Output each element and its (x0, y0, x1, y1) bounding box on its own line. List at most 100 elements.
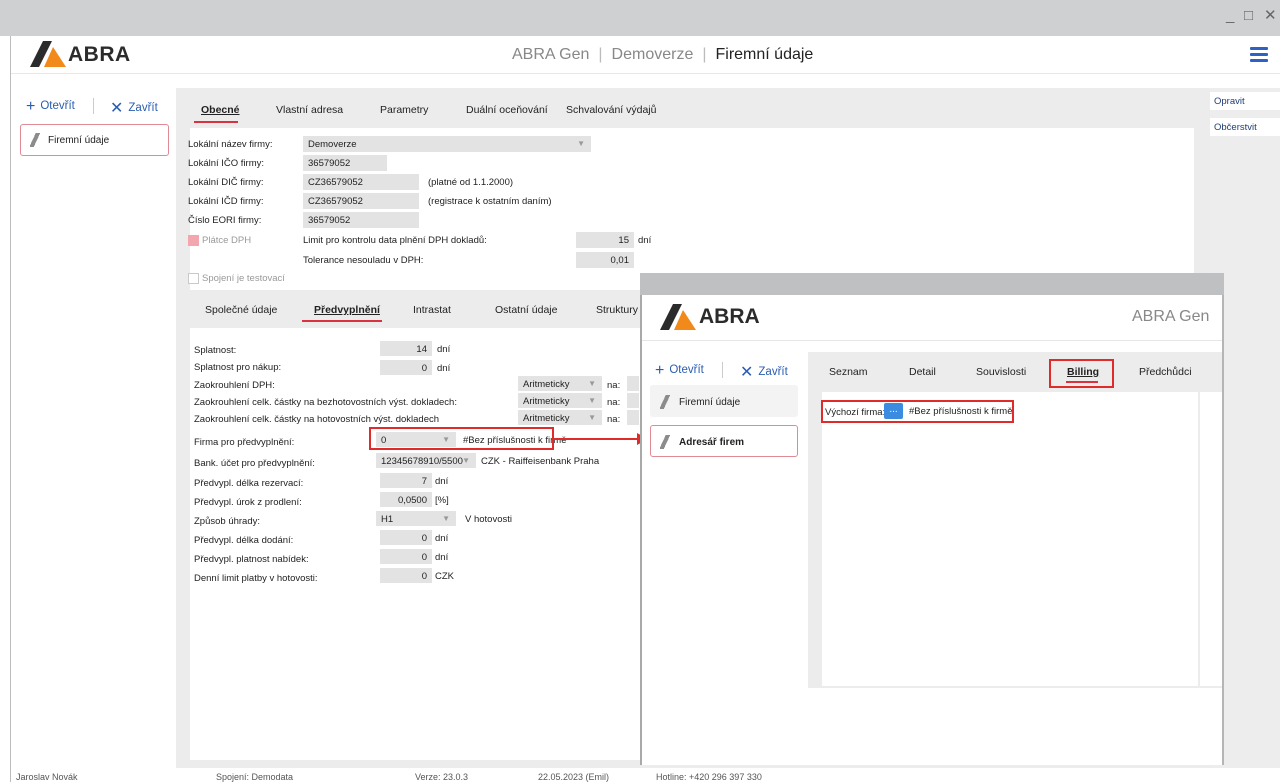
vat-payer-label: Plátce DPH (202, 235, 252, 246)
refresh-button[interactable]: Občerstvit (1210, 118, 1280, 136)
overlay-form-gutter (808, 392, 822, 688)
overlay-abra-logo-mark-icon (660, 304, 696, 330)
x-icon: ✕ (110, 100, 124, 117)
status-hotline: Hotline: +420 296 397 330 (656, 772, 762, 782)
rounding-cash-select[interactable]: Aritmeticky ▼ (518, 410, 602, 425)
divider (93, 98, 94, 114)
hamburger-menu-icon[interactable] (1250, 47, 1268, 63)
reservation-unit: dní (435, 476, 449, 487)
rounding-vat-precision-field[interactable] (627, 376, 639, 391)
window-left-border (10, 36, 11, 782)
vat-payer-checkbox[interactable] (188, 235, 199, 246)
local-name-value: Demoverze (308, 139, 357, 150)
tab-souvislosti[interactable]: Souvislosti (976, 366, 1026, 378)
vat-tolerance-label: Tolerance nesouladu v DPH: (303, 255, 424, 266)
tab-parametry[interactable]: Parametry (380, 104, 428, 116)
tab-ostatni-udaje[interactable]: Ostatní údaje (495, 304, 557, 316)
rounding-cash-value: Aritmeticky (523, 413, 570, 424)
overlay-open-label: Otevřít (669, 364, 704, 376)
overlay-app-title: ABRA Gen (1132, 308, 1210, 325)
reservation-label: Předvypl. délka rezervací: (194, 478, 304, 489)
local-dic-field[interactable]: CZ36579052 (303, 174, 419, 190)
close-window-icon[interactable]: ✕ (1264, 8, 1277, 24)
open-button-label: Otevřít (40, 100, 75, 112)
local-name-select[interactable]: Demoverze ▼ (303, 136, 591, 152)
splatnost-nakup-field[interactable]: 0 (380, 360, 432, 375)
tab-vlastni-adresa[interactable]: Vlastní adresa (276, 104, 343, 116)
delivery-label: Předvypl. délka dodání: (194, 535, 294, 546)
maximize-icon[interactable]: □ (1244, 8, 1253, 24)
interest-label: Předvypl. úrok z prodlení: (194, 497, 302, 508)
tab-dualni-oceneni[interactable]: Duální oceňování (466, 104, 548, 116)
rounding-noncash-label: Zaokrouhlení celk. částky na bezhotovost… (194, 397, 457, 408)
label-local-name: Lokální název firmy: (188, 139, 273, 150)
vat-date-limit-unit: dní (638, 235, 652, 246)
overlay-header-divider (642, 340, 1222, 341)
delivery-field[interactable]: 0 (380, 530, 432, 545)
status-user: Jaroslav Novák (16, 772, 78, 782)
offer-validity-field[interactable]: 0 (380, 549, 432, 564)
tab-seznam[interactable]: Seznam (829, 366, 868, 378)
tab-predvyplneni[interactable]: Předvyplnění (314, 304, 380, 316)
local-ico-field[interactable]: 36579052 (303, 155, 387, 171)
splatnost-nakup-unit: dní (437, 363, 451, 374)
test-connection-checkbox[interactable] (188, 273, 199, 284)
vat-tolerance-field[interactable]: 0,01 (576, 252, 634, 268)
splatnost-nakup-label: Splatnost pro nákup: (194, 362, 282, 373)
rounding-vat-label: Zaokrouhlení DPH: (194, 380, 275, 391)
app-name: ABRA Gen (512, 46, 590, 63)
close-agenda-button[interactable]: ✕ Zavřít (110, 98, 158, 118)
delivery-unit: dní (435, 533, 449, 544)
rounding-cash-na: na: (607, 414, 621, 425)
vat-date-limit-field[interactable]: 15 (576, 232, 634, 248)
rounding-vat-select[interactable]: Aritmeticky ▼ (518, 376, 602, 391)
overlay-sidebar-item-firemni-udaje[interactable]: Firemní údaje (650, 385, 798, 417)
splatnost-unit: dní (437, 344, 451, 355)
tab-obecne[interactable]: Obecné (201, 104, 240, 116)
rounding-vat-value: Aritmeticky (523, 379, 570, 390)
overlay-close-button[interactable]: ✕ Zavřít (740, 362, 788, 382)
annotation-arrow-line (554, 438, 638, 440)
splatnost-field[interactable]: 14 (380, 341, 432, 356)
agenda-icon (660, 435, 670, 449)
eori-field[interactable]: 36579052 (303, 212, 419, 228)
tab-struktury[interactable]: Struktury (596, 304, 638, 316)
status-version: Verze: 23.0.3 (415, 772, 469, 782)
overlay-close-label: Zavřít (758, 366, 788, 378)
offer-validity-label: Předvypl. platnost nabídek: (194, 554, 309, 565)
edit-button[interactable]: Opravit (1210, 92, 1280, 110)
agenda-icon (660, 395, 670, 409)
chevron-down-icon: ▼ (588, 379, 596, 388)
label-eori: Číslo EORI firmy: (188, 215, 262, 226)
rounding-cash-label: Zaokrouhlení celk. částky na hotovostníc… (194, 414, 440, 425)
overlay-open-button[interactable]: + Otevřít (655, 362, 704, 380)
interest-field[interactable]: 0,0500 (380, 492, 432, 507)
tab-predchudci[interactable]: Předchůdci (1139, 366, 1192, 378)
agenda-name: Firemní údaje (715, 46, 814, 63)
chevron-down-icon: ▼ (588, 396, 596, 405)
tab-detail[interactable]: Detail (909, 366, 936, 378)
payment-desc: V hotovosti (465, 514, 512, 525)
status-connection: Spojení: Demodata (216, 772, 294, 782)
tab-schvalovani-vydaju[interactable]: Schvalování výdajů (566, 104, 656, 116)
active-tab-underline (194, 121, 238, 123)
overlay-sidebar-item-adresar-firem[interactable]: Adresář firem (650, 425, 798, 457)
rounding-noncash-precision-field[interactable] (627, 393, 639, 408)
open-button[interactable]: + Otevřít (26, 98, 75, 116)
rounding-cash-precision-field[interactable] (627, 410, 639, 425)
local-icd-field[interactable]: CZ36579052 (303, 193, 419, 209)
chevron-down-icon: ▼ (577, 139, 585, 148)
tab-intrastat[interactable]: Intrastat (413, 304, 451, 316)
minimize-icon[interactable]: _ (1226, 8, 1234, 24)
rounding-noncash-value: Aritmeticky (523, 396, 570, 407)
bank-prefill-select[interactable]: 12345678910/5500 ▼ (376, 453, 476, 468)
overlay-form-right (1198, 392, 1200, 688)
reservation-field[interactable]: 7 (380, 473, 432, 488)
payment-select[interactable]: H1 ▼ (376, 511, 456, 526)
highlight-default-firm (821, 400, 1014, 423)
cash-limit-field[interactable]: 0 (380, 568, 432, 583)
sidebar-item-firemni-udaje[interactable]: Firemní údaje (20, 124, 169, 156)
agenda-icon (30, 133, 40, 147)
rounding-noncash-select[interactable]: Aritmeticky ▼ (518, 393, 602, 408)
tab-spolecne-udaje[interactable]: Společné údaje (205, 304, 277, 316)
